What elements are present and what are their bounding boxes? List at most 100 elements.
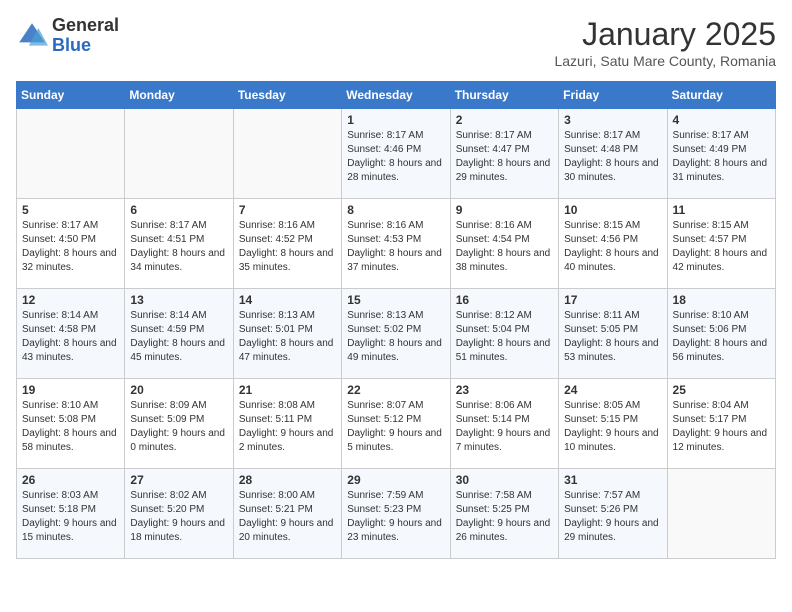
day-info: Sunrise: 8:14 AMSunset: 4:59 PMDaylight:… xyxy=(130,309,227,365)
calendar-table: Sunday Monday Tuesday Wednesday Thursday… xyxy=(16,81,776,559)
week-row-3: 12 Sunrise: 8:14 AMSunset: 4:58 PMDayligh… xyxy=(17,289,776,379)
day-number: 25 xyxy=(673,383,770,397)
logo-general: General xyxy=(52,15,119,35)
day-cell xyxy=(233,109,341,199)
day-cell: 18Sunrise: 8:10 AMSunset: 5:06 PMDayligh… xyxy=(667,289,775,379)
day-info: Sunrise: 8:09 AMSunset: 5:09 PMDaylight:… xyxy=(130,399,227,455)
day-cell: 16 Sunrise: 8:12 AMSunset: 5:04 PMDayligh… xyxy=(450,289,558,379)
day-info: Sunrise: 8:17 AMSunset: 4:46 PMDaylight:… xyxy=(347,129,444,185)
day-number: 26 xyxy=(22,473,119,487)
day-cell: 12 Sunrise: 8:14 AMSunset: 4:58 PMDayligh… xyxy=(17,289,125,379)
day-number: 12 xyxy=(22,293,119,307)
day-number: 30 xyxy=(456,473,553,487)
day-info: Sunrise: 7:58 AMSunset: 5:25 PMDaylight:… xyxy=(456,489,553,545)
day-number: 16 xyxy=(456,293,553,307)
page-header: General Blue January 2025 Lazuri, Satu M… xyxy=(16,16,776,69)
day-info: Sunrise: 8:17 AMSunset: 4:47 PMDaylight:… xyxy=(456,129,553,185)
day-cell xyxy=(17,109,125,199)
day-info: Sunrise: 8:17 AMSunset: 4:51 PMDaylight:… xyxy=(130,219,227,275)
day-info: Sunrise: 8:08 AMSunset: 5:11 PMDaylight:… xyxy=(239,399,336,455)
day-cell: 25 Sunrise: 8:04 AMSunset: 5:17 PMDayligh… xyxy=(667,379,775,469)
header-monday: Monday xyxy=(125,82,233,109)
day-number: 24 xyxy=(564,383,661,397)
day-number: 28 xyxy=(239,473,336,487)
day-number: 22 xyxy=(347,383,444,397)
day-number: 2 xyxy=(456,113,553,127)
header-sunday: Sunday xyxy=(17,82,125,109)
header-friday: Friday xyxy=(559,82,667,109)
day-cell: 28 Sunrise: 8:00 AMSunset: 5:21 PMDayligh… xyxy=(233,469,341,559)
day-cell: 15 Sunrise: 8:13 AMSunset: 5:02 PMDayligh… xyxy=(342,289,450,379)
day-cell: 26 Sunrise: 8:03 AMSunset: 5:18 PMDayligh… xyxy=(17,469,125,559)
day-cell: 6 Sunrise: 8:17 AMSunset: 4:51 PMDaylight… xyxy=(125,199,233,289)
day-info: Sunrise: 8:17 AMSunset: 4:48 PMDaylight:… xyxy=(564,129,661,185)
day-info: Sunrise: 8:10 AMSunset: 5:06 PMDaylight:… xyxy=(673,309,770,365)
day-cell: 2 Sunrise: 8:17 AMSunset: 4:47 PMDaylight… xyxy=(450,109,558,199)
day-cell: 3Sunrise: 8:17 AMSunset: 4:48 PMDaylight… xyxy=(559,109,667,199)
day-cell xyxy=(125,109,233,199)
day-cell: 1Sunrise: 8:17 AMSunset: 4:46 PMDaylight… xyxy=(342,109,450,199)
day-cell: 31Sunrise: 7:57 AMSunset: 5:26 PMDayligh… xyxy=(559,469,667,559)
day-number: 11 xyxy=(673,203,770,217)
day-info: Sunrise: 7:59 AMSunset: 5:23 PMDaylight:… xyxy=(347,489,444,545)
day-info: Sunrise: 8:17 AMSunset: 4:49 PMDaylight:… xyxy=(673,129,770,185)
month-title: January 2025 xyxy=(554,16,776,53)
day-info: Sunrise: 8:16 AMSunset: 4:53 PMDaylight:… xyxy=(347,219,444,275)
day-cell: 17Sunrise: 8:11 AMSunset: 5:05 PMDayligh… xyxy=(559,289,667,379)
day-cell: 4 Sunrise: 8:17 AMSunset: 4:49 PMDaylight… xyxy=(667,109,775,199)
day-info: Sunrise: 8:10 AMSunset: 5:08 PMDaylight:… xyxy=(22,399,119,455)
day-number: 4 xyxy=(673,113,770,127)
day-cell: 22Sunrise: 8:07 AMSunset: 5:12 PMDayligh… xyxy=(342,379,450,469)
day-info: Sunrise: 8:02 AMSunset: 5:20 PMDaylight:… xyxy=(130,489,227,545)
day-cell: 24 Sunrise: 8:05 AMSunset: 5:15 PMDayligh… xyxy=(559,379,667,469)
day-cell: 7 Sunrise: 8:16 AMSunset: 4:52 PMDaylight… xyxy=(233,199,341,289)
day-cell: 14 Sunrise: 8:13 AMSunset: 5:01 PMDayligh… xyxy=(233,289,341,379)
day-info: Sunrise: 8:04 AMSunset: 5:17 PMDaylight:… xyxy=(673,399,770,455)
title-block: January 2025 Lazuri, Satu Mare County, R… xyxy=(554,16,776,69)
day-info: Sunrise: 8:00 AMSunset: 5:21 PMDaylight:… xyxy=(239,489,336,545)
week-row-5: 26 Sunrise: 8:03 AMSunset: 5:18 PMDayligh… xyxy=(17,469,776,559)
day-cell: 27 Sunrise: 8:02 AMSunset: 5:20 PMDayligh… xyxy=(125,469,233,559)
calendar-header: Sunday Monday Tuesday Wednesday Thursday… xyxy=(17,82,776,109)
day-info: Sunrise: 8:15 AMSunset: 4:57 PMDaylight:… xyxy=(673,219,770,275)
day-info: Sunrise: 8:13 AMSunset: 5:01 PMDaylight:… xyxy=(239,309,336,365)
day-number: 5 xyxy=(22,203,119,217)
day-number: 29 xyxy=(347,473,444,487)
logo-icon xyxy=(16,20,48,52)
day-number: 13 xyxy=(130,293,227,307)
day-info: Sunrise: 8:16 AMSunset: 4:54 PMDaylight:… xyxy=(456,219,553,275)
week-row-1: 1Sunrise: 8:17 AMSunset: 4:46 PMDaylight… xyxy=(17,109,776,199)
day-number: 6 xyxy=(130,203,227,217)
day-cell: 9Sunrise: 8:16 AMSunset: 4:54 PMDaylight… xyxy=(450,199,558,289)
day-cell: 19Sunrise: 8:10 AMSunset: 5:08 PMDayligh… xyxy=(17,379,125,469)
day-info: Sunrise: 8:14 AMSunset: 4:58 PMDaylight:… xyxy=(22,309,119,365)
day-cell xyxy=(667,469,775,559)
calendar-body: 1Sunrise: 8:17 AMSunset: 4:46 PMDaylight… xyxy=(17,109,776,559)
day-cell: 8Sunrise: 8:16 AMSunset: 4:53 PMDaylight… xyxy=(342,199,450,289)
day-info: Sunrise: 8:11 AMSunset: 5:05 PMDaylight:… xyxy=(564,309,661,365)
week-row-4: 19Sunrise: 8:10 AMSunset: 5:08 PMDayligh… xyxy=(17,379,776,469)
day-info: Sunrise: 8:03 AMSunset: 5:18 PMDaylight:… xyxy=(22,489,119,545)
day-info: Sunrise: 8:13 AMSunset: 5:02 PMDaylight:… xyxy=(347,309,444,365)
logo-text: General Blue xyxy=(52,16,119,56)
header-thursday: Thursday xyxy=(450,82,558,109)
header-tuesday: Tuesday xyxy=(233,82,341,109)
header-row: Sunday Monday Tuesday Wednesday Thursday… xyxy=(17,82,776,109)
day-info: Sunrise: 8:05 AMSunset: 5:15 PMDaylight:… xyxy=(564,399,661,455)
day-number: 15 xyxy=(347,293,444,307)
location: Lazuri, Satu Mare County, Romania xyxy=(554,53,776,69)
day-cell: 30 Sunrise: 7:58 AMSunset: 5:25 PMDayligh… xyxy=(450,469,558,559)
day-info: Sunrise: 8:16 AMSunset: 4:52 PMDaylight:… xyxy=(239,219,336,275)
day-number: 27 xyxy=(130,473,227,487)
logo: General Blue xyxy=(16,16,119,56)
day-number: 20 xyxy=(130,383,227,397)
day-info: Sunrise: 8:12 AMSunset: 5:04 PMDaylight:… xyxy=(456,309,553,365)
day-cell: 23Sunrise: 8:06 AMSunset: 5:14 PMDayligh… xyxy=(450,379,558,469)
day-info: Sunrise: 8:17 AMSunset: 4:50 PMDaylight:… xyxy=(22,219,119,275)
logo-blue: Blue xyxy=(52,35,91,55)
day-number: 7 xyxy=(239,203,336,217)
day-number: 14 xyxy=(239,293,336,307)
header-saturday: Saturday xyxy=(667,82,775,109)
week-row-2: 5 Sunrise: 8:17 AMSunset: 4:50 PMDaylight… xyxy=(17,199,776,289)
day-number: 23 xyxy=(456,383,553,397)
